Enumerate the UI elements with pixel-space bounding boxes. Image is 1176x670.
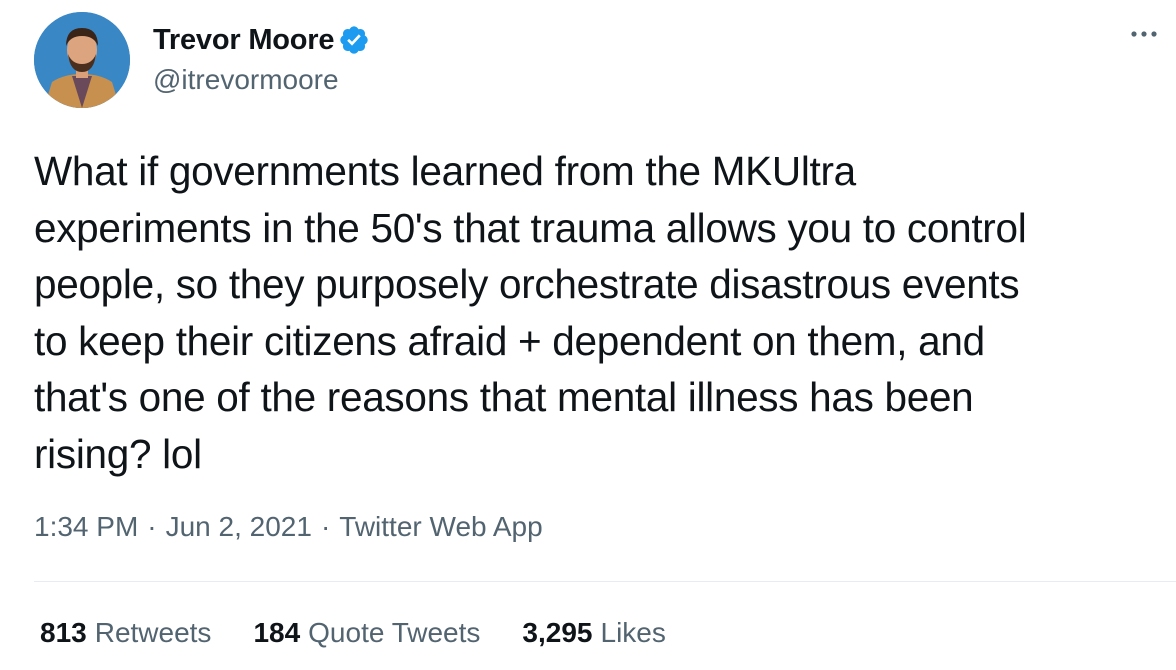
more-horizontal-icon[interactable] bbox=[1126, 20, 1162, 50]
verified-badge-icon bbox=[338, 24, 370, 56]
user-avatar-image bbox=[34, 12, 130, 108]
tweet-text-line: to keep their citizens afraid + dependen… bbox=[34, 317, 985, 364]
retweets-count: 813 bbox=[40, 617, 87, 648]
likes-count: 3,295 bbox=[522, 617, 593, 648]
tweet-time[interactable]: 1:34 PM bbox=[34, 511, 138, 543]
meta-separator: · bbox=[147, 511, 157, 542]
meta-separator: · bbox=[320, 511, 331, 542]
tweet-card: Trevor Moore @itrevormoore What if gover… bbox=[0, 0, 1176, 670]
retweets-stat[interactable]: 813 Retweets bbox=[40, 617, 211, 649]
tweet-text-line: rising? lol bbox=[34, 430, 202, 477]
tweet-text-line: that's one of the reasons that mental il… bbox=[34, 374, 974, 420]
tweet-text: What if governments learned from the MKU… bbox=[34, 143, 1164, 482]
author-handle[interactable]: @itrevormoore bbox=[153, 64, 339, 96]
tweet-text-line: people, so they purposely orchestrate di… bbox=[34, 261, 1020, 307]
likes-label: Likes bbox=[600, 617, 666, 648]
tweet-meta: 1:34 PM · Jun 2, 2021 · Twitter Web App bbox=[34, 511, 543, 543]
divider bbox=[34, 581, 1176, 582]
tweet-date[interactable]: Jun 2, 2021 bbox=[166, 511, 312, 543]
retweets-label: Retweets bbox=[94, 617, 212, 648]
author-avatar[interactable] bbox=[34, 12, 130, 108]
quote-tweets-label: Quote Tweets bbox=[308, 617, 481, 648]
tweet-stats: 813 Retweets 184 Quote Tweets 3,295 Like… bbox=[40, 617, 708, 649]
tweet-text-line: experiments in the 50's that trauma allo… bbox=[34, 204, 1027, 251]
tweet-text-line: What if governments learned from the MKU… bbox=[34, 148, 856, 194]
tweet-source[interactable]: Twitter Web App bbox=[339, 511, 542, 543]
author-display-name[interactable]: Trevor Moore bbox=[153, 24, 335, 57]
quote-tweets-count: 184 bbox=[253, 617, 301, 648]
likes-stat[interactable]: 3,295 Likes bbox=[522, 617, 665, 649]
author-name-row: Trevor Moore bbox=[153, 22, 370, 58]
quote-tweets-stat[interactable]: 184 Quote Tweets bbox=[253, 617, 480, 649]
